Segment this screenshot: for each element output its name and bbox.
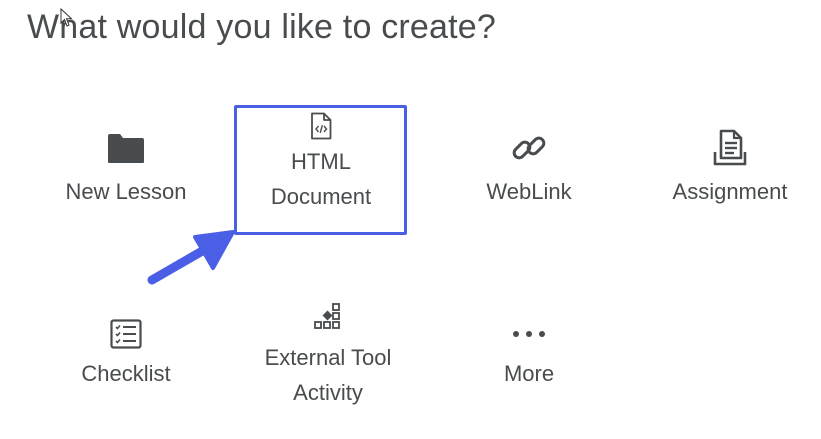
checklist-icon: [110, 312, 142, 356]
tile-label: Checklist: [81, 361, 171, 386]
create-checklist-button[interactable]: Checklist: [46, 312, 206, 391]
more-button[interactable]: More: [449, 312, 609, 391]
tile-label: Assignment: [672, 179, 788, 204]
mouse-cursor-icon: [60, 8, 73, 27]
highlight-box: [234, 105, 407, 235]
tile-label: External Tool Activity: [264, 345, 392, 405]
create-weblink-button[interactable]: WebLink: [449, 122, 609, 209]
tile-label: More: [503, 361, 555, 386]
create-assignment-button[interactable]: Assignment: [650, 122, 810, 209]
assignment-icon: [712, 122, 748, 174]
create-new-lesson-button[interactable]: New Lesson: [46, 122, 206, 209]
folder-icon: [107, 122, 145, 174]
tile-label: New Lesson: [65, 179, 187, 204]
link-icon: [509, 122, 549, 174]
more-options-icon: [512, 312, 546, 356]
page-title: What would you like to create?: [27, 8, 497, 46]
tile-label: WebLink: [486, 179, 572, 204]
create-external-tool-activity-button[interactable]: External Tool Activity: [247, 294, 409, 410]
external-tool-icon: [313, 294, 343, 340]
annotation-arrow-icon: [147, 230, 235, 285]
